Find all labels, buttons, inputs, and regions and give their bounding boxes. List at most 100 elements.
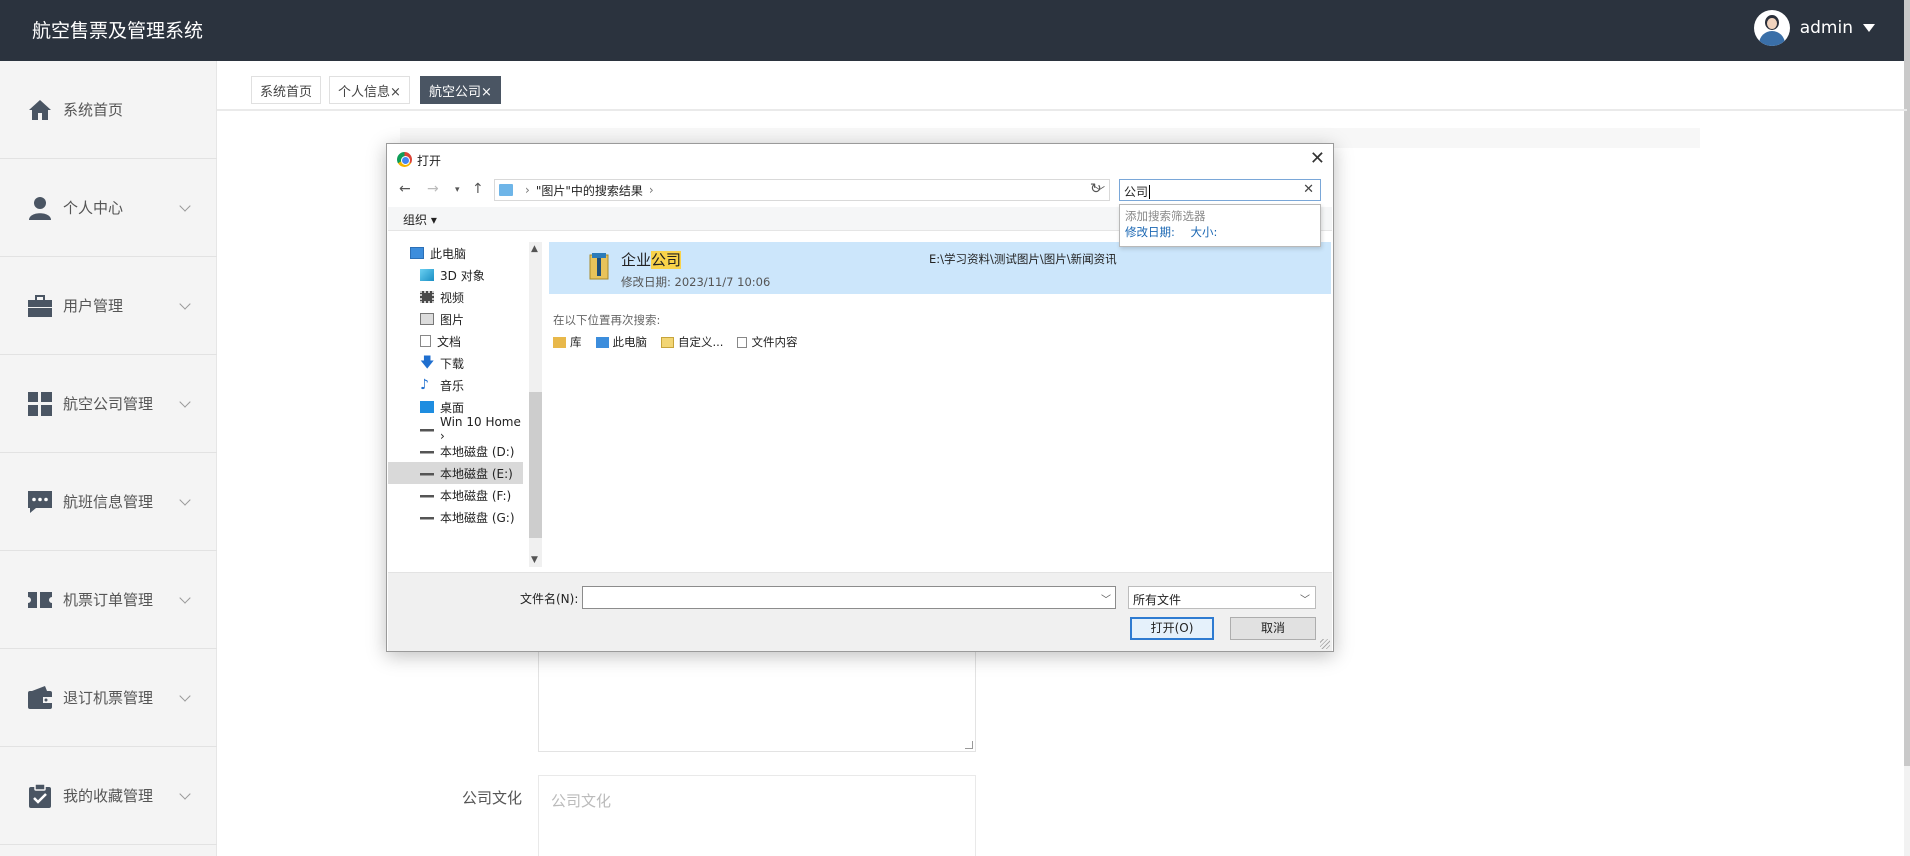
tab-home[interactable]: 系统首页 [251, 76, 322, 104]
drive-icon [420, 467, 434, 479]
tree-item-drive-f[interactable]: 本地磁盘 (F:) [388, 484, 523, 506]
organize-button[interactable]: 组织 ▾ [403, 211, 437, 228]
drive-icon [420, 445, 434, 457]
search-again-options: 库 此电脑 自定义... 文件内容 [553, 334, 811, 350]
result-name: 企业公司 [621, 251, 682, 269]
tree-item-videos[interactable]: 视频 [388, 286, 523, 308]
address-text: "图片"中的搜索结果 [535, 183, 643, 198]
tab-personal-info[interactable]: 个人信息× [329, 76, 410, 104]
filetype-value: 所有文件 [1133, 593, 1182, 607]
tree-item-drive-d[interactable]: 本地磁盘 (D:) [388, 440, 523, 462]
caret-down-icon[interactable] [1863, 24, 1875, 32]
dialog-title: 打开 [417, 154, 442, 168]
cancel-button[interactable]: 取消 [1230, 617, 1316, 640]
search-again-label: 在以下位置再次搜索: [553, 313, 661, 327]
resize-handle-icon[interactable] [965, 741, 973, 749]
username[interactable]: admin [1800, 18, 1853, 38]
scroll-thumb[interactable] [529, 392, 542, 538]
sidebar-item-orders[interactable]: 机票订单管理 [0, 551, 217, 649]
search-again-this-pc[interactable]: 此电脑 [595, 334, 647, 350]
up-arrow-icon[interactable]: ↑ [472, 181, 484, 197]
tree-item-label: 图片 [440, 312, 465, 327]
filter-modified-date[interactable]: 修改日期: [1125, 225, 1175, 239]
tree-item-drive-g[interactable]: 本地磁盘 (G:) [388, 506, 523, 528]
scroll-up-icon[interactable]: ▲ [531, 244, 538, 254]
ticket-icon [27, 587, 53, 613]
3d-objects-icon [420, 269, 434, 281]
desktop-icon [420, 401, 434, 413]
home-icon [27, 97, 53, 123]
filetype-select[interactable]: 所有文件 ﹀ [1128, 586, 1316, 609]
tree-item-label: 桌面 [440, 400, 465, 415]
resize-grip-icon[interactable] [1320, 639, 1330, 649]
sidebar-item-favorites[interactable]: 我的收藏管理 [0, 747, 217, 845]
search-value: 公司 [1124, 185, 1149, 199]
tree-item-win10-home[interactable]: Win 10 Home › [388, 415, 523, 443]
sidebar-item-refunds[interactable]: 退订机票管理 [0, 649, 217, 747]
sidebar: 系统首页 个人中心 用户管理 航空公司管理 航班信息管理 机票订单管理 退订机票… [0, 61, 217, 856]
search-input[interactable]: 公司 ✕ [1119, 179, 1321, 201]
result-path: E:\学习资料\测试图片\图片\新闻资讯 [929, 252, 1117, 266]
navigation-tree: 此电脑 3D 对象 视频 图片 文档 🡇 下载 ♪ 音乐 桌面 Win 10 H… [388, 242, 523, 572]
user-menu[interactable]: admin [1753, 10, 1875, 46]
person-icon [27, 195, 53, 221]
search-again-library[interactable]: 库 [553, 334, 582, 350]
chevron-down-icon [179, 493, 191, 506]
filename-label: 文件名(N): [520, 592, 579, 606]
chevron-down-icon [179, 787, 191, 800]
search-again-custom[interactable]: 自定义... [661, 334, 723, 350]
sidebar-item-home[interactable]: 系统首页 [0, 61, 217, 159]
chevron-down-icon [179, 395, 191, 408]
sidebar-item-flights[interactable]: 航班信息管理 [0, 453, 217, 551]
open-button[interactable]: 打开(O) [1130, 617, 1214, 640]
search-result-item[interactable]: 企业公司 修改日期: 2023/11/7 10:06 E:\学习资料\测试图片\… [549, 242, 1331, 294]
search-again-file-content[interactable]: 文件内容 [737, 334, 797, 350]
sidebar-item-users[interactable]: 用户管理 [0, 257, 217, 355]
chevron-down-icon[interactable]: ﹀ [1101, 591, 1111, 606]
zip-folder-icon [589, 253, 609, 280]
folder-icon [499, 184, 513, 196]
sidebar-item-label: 航空公司管理 [63, 395, 154, 413]
sidebar-item-airlines[interactable]: 航空公司管理 [0, 355, 217, 453]
forward-arrow-icon[interactable]: → [427, 181, 439, 197]
tree-scrollbar[interactable]: ▲ ▼ [529, 242, 542, 567]
page-scrollbar[interactable] [1904, 0, 1910, 856]
tree-item-3d-objects[interactable]: 3D 对象 [388, 264, 523, 286]
refresh-icon[interactable]: ↻ [1090, 181, 1102, 197]
tree-item-music[interactable]: ♪ 音乐 [388, 374, 523, 396]
address-bar[interactable]: › "图片"中的搜索结果 › ﹀ [494, 179, 1110, 201]
tree-item-label: 本地磁盘 (F:) [440, 488, 512, 503]
close-icon[interactable]: ✕ [1310, 148, 1325, 169]
culture-input[interactable]: 公司文化 [538, 775, 976, 856]
tree-item-this-pc[interactable]: 此电脑 [388, 242, 523, 264]
video-icon [420, 291, 434, 303]
file-open-dialog: 打开 ✕ ← → ▾ ↑ › "图片"中的搜索结果 › ﹀ ↻ 公司 ✕ 添加搜… [386, 143, 1334, 652]
sidebar-item-label: 航班信息管理 [63, 493, 154, 511]
sidebar-item-label: 我的收藏管理 [63, 787, 154, 805]
filename-input[interactable]: ﹀ [582, 586, 1116, 609]
avatar[interactable] [1753, 10, 1790, 46]
chevron-down-icon [179, 689, 191, 702]
tree-item-drive-e[interactable]: 本地磁盘 (E:) [388, 462, 523, 484]
tree-item-documents[interactable]: 文档 [388, 330, 523, 352]
tab-airlines[interactable]: 航空公司× [420, 76, 501, 104]
tree-item-pictures[interactable]: 图片 [388, 308, 523, 330]
dialog-title-bar[interactable]: 打开 ✕ [387, 144, 1333, 174]
back-arrow-icon[interactable]: ← [399, 181, 411, 197]
app-title: 航空售票及管理系统 [32, 20, 204, 42]
recent-dropdown-icon[interactable]: ▾ [455, 185, 460, 195]
sidebar-item-personal[interactable]: 个人中心 [0, 159, 217, 257]
pictures-icon [420, 313, 434, 325]
tree-item-label: 本地磁盘 (G:) [440, 510, 515, 525]
description-textarea[interactable] [538, 650, 976, 752]
drive-icon [420, 423, 434, 435]
grid-icon [27, 391, 53, 417]
tree-item-downloads[interactable]: 🡇 下载 [388, 352, 523, 374]
documents-icon [420, 335, 431, 347]
filter-size[interactable]: 大小: [1191, 225, 1218, 239]
chevron-down-icon[interactable]: ﹀ [1300, 591, 1310, 606]
top-bar: 航空售票及管理系统 admin [0, 0, 1910, 61]
scroll-down-icon[interactable]: ▼ [531, 555, 538, 565]
tree-item-label: 文档 [437, 334, 462, 349]
clear-search-icon[interactable]: ✕ [1303, 182, 1314, 197]
